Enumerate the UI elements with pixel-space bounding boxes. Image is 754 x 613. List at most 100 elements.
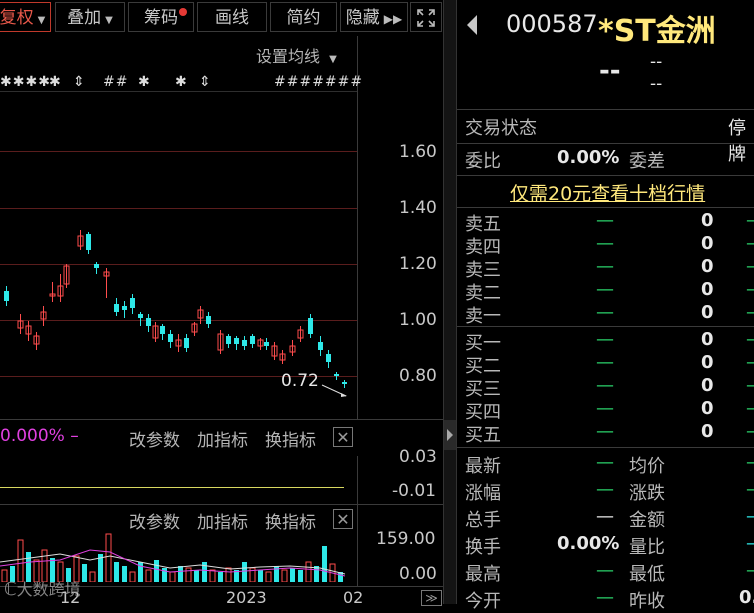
volume-bar[interactable] [305, 561, 312, 582]
orderbook-volume: 0 [701, 329, 714, 350]
y-tick: 1.00 [399, 310, 437, 330]
volume-bar[interactable] [209, 569, 216, 582]
orderbook-row[interactable]: 卖五—0— [457, 210, 754, 235]
candle[interactable] [318, 342, 323, 350]
prev-stock-button[interactable] [465, 14, 479, 36]
orderbook-right-dash: — [746, 233, 754, 254]
volume-bar[interactable] [114, 562, 119, 582]
volume-bar[interactable] [298, 570, 303, 582]
jianyue-button[interactable]: 简约 [270, 2, 337, 32]
stat-value: — [746, 479, 754, 500]
candle[interactable] [250, 336, 255, 344]
diejia-button[interactable]: 叠加 ▼ [55, 2, 125, 32]
candle[interactable] [168, 334, 173, 342]
candle[interactable] [130, 298, 135, 308]
candle[interactable] [234, 338, 239, 344]
fuquan-button[interactable]: 复权 ▼ [0, 2, 51, 32]
orderbook-row[interactable]: 买三—0— [457, 375, 754, 400]
y-tick: 1.60 [399, 142, 437, 162]
orderbook-price: — [596, 421, 614, 442]
volume-bar[interactable] [290, 568, 295, 582]
candle[interactable] [4, 291, 9, 301]
volume-bar[interactable] [82, 564, 87, 582]
candle[interactable] [86, 234, 91, 250]
candle[interactable] [122, 306, 127, 310]
orderbook-price: — [596, 398, 614, 419]
volume-bar[interactable] [322, 546, 327, 582]
orderbook-right-dash: — [746, 421, 754, 442]
candle[interactable] [326, 354, 331, 362]
fullscreen-button[interactable] [410, 2, 442, 32]
volume-bar[interactable] [281, 569, 288, 582]
close-indicator-button[interactable]: ✕ [333, 427, 353, 447]
huaxian-button[interactable]: 画线 [197, 2, 267, 32]
candle[interactable] [146, 318, 151, 326]
vol-switch-indicator-button[interactable]: 换指标 [265, 508, 316, 533]
orderbook-level-label: 买五 [465, 425, 501, 446]
candle[interactable] [334, 374, 339, 376]
volume-bar[interactable] [169, 571, 176, 582]
candle[interactable] [264, 342, 269, 346]
orderbook-row[interactable]: 买四—0— [457, 398, 754, 423]
volume-bar[interactable] [258, 570, 263, 582]
orderbook-row[interactable]: 买二—0— [457, 352, 754, 377]
orderbook-row[interactable]: 卖三—0— [457, 256, 754, 281]
orderbook-row[interactable]: 卖二—0— [457, 279, 754, 304]
vol-change-params-button[interactable]: 改参数 [129, 508, 180, 533]
chouma-button[interactable]: 筹码 [128, 2, 194, 32]
orderbook-row[interactable]: 卖一 — 0 — [457, 302, 754, 327]
level2-promo-link[interactable]: 仅需20元查看十档行情 [510, 179, 705, 206]
candle[interactable] [242, 340, 247, 346]
watermark-logo-icon: ℂ [4, 579, 17, 600]
volume-bar[interactable] [314, 566, 319, 582]
candle[interactable] [138, 314, 143, 318]
stock-code: 000587 [506, 10, 598, 38]
volume-bar[interactable] [185, 567, 192, 582]
volume-bar[interactable] [122, 566, 127, 582]
volume-bar[interactable] [218, 572, 223, 582]
volume-bar[interactable] [145, 569, 152, 582]
orderbook-row[interactable]: 卖四—0— [457, 233, 754, 258]
orderbook-row[interactable]: 买五 — 0 — [457, 421, 754, 446]
orderbook-volume: 0 [701, 421, 714, 442]
volume-bar[interactable] [89, 571, 96, 582]
notification-dot-icon [179, 8, 187, 16]
candle[interactable] [342, 382, 347, 384]
orderbook-row[interactable]: 买一—0— [457, 329, 754, 354]
collapse-panel-handle[interactable] [444, 420, 456, 450]
candle[interactable] [94, 264, 99, 268]
volume-bar[interactable] [242, 562, 247, 582]
orderbook-right-dash: — [746, 352, 754, 373]
x-label: 2023 [226, 588, 267, 607]
volume-bar[interactable] [265, 571, 272, 582]
close-volume-button[interactable]: ✕ [333, 509, 353, 529]
volume-chart [0, 533, 346, 582]
candle[interactable] [160, 326, 165, 334]
orderbook-price: — [596, 329, 614, 350]
volume-bar[interactable] [129, 571, 136, 582]
volume-bar[interactable] [105, 533, 112, 582]
add-indicator-button[interactable]: 加指标 [197, 426, 248, 451]
vol-add-indicator-button[interactable]: 加指标 [197, 508, 248, 533]
chevron-down-icon: ▼ [105, 15, 113, 26]
volume-bar[interactable] [154, 560, 159, 582]
stat-value: — [596, 587, 614, 608]
candle[interactable] [206, 316, 211, 324]
candle[interactable] [184, 338, 189, 348]
stock-name: *ST金洲 [598, 14, 716, 49]
volume-bar[interactable] [194, 570, 199, 582]
stat-label: 金额 [629, 510, 665, 531]
stat-label: 均价 [629, 456, 665, 477]
volume-bar[interactable] [225, 567, 232, 582]
switch-indicator-button[interactable]: 换指标 [265, 426, 316, 451]
candle[interactable] [308, 318, 313, 334]
stat-value: — [596, 560, 614, 581]
change-params-button[interactable]: 改参数 [129, 426, 180, 451]
candle[interactable] [226, 336, 231, 344]
vol-y-tick: 0.00 [399, 564, 437, 584]
triangle-right-icon [447, 429, 453, 441]
volume-bar[interactable] [178, 566, 183, 582]
candle[interactable] [114, 304, 119, 312]
orderbook-volume: 0 [701, 302, 714, 323]
yincang-button[interactable]: 隐藏 ▶▶ [340, 2, 408, 32]
